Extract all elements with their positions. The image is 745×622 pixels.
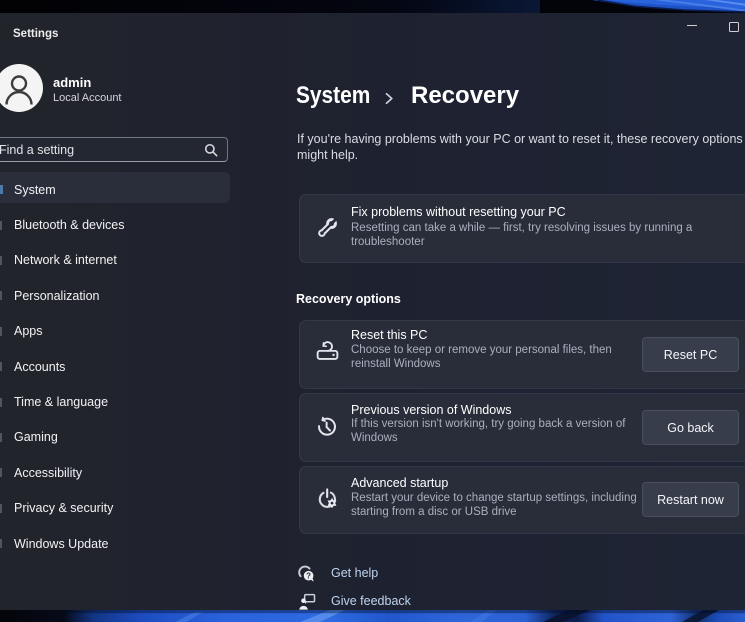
svg-text:?: ? — [306, 572, 311, 581]
